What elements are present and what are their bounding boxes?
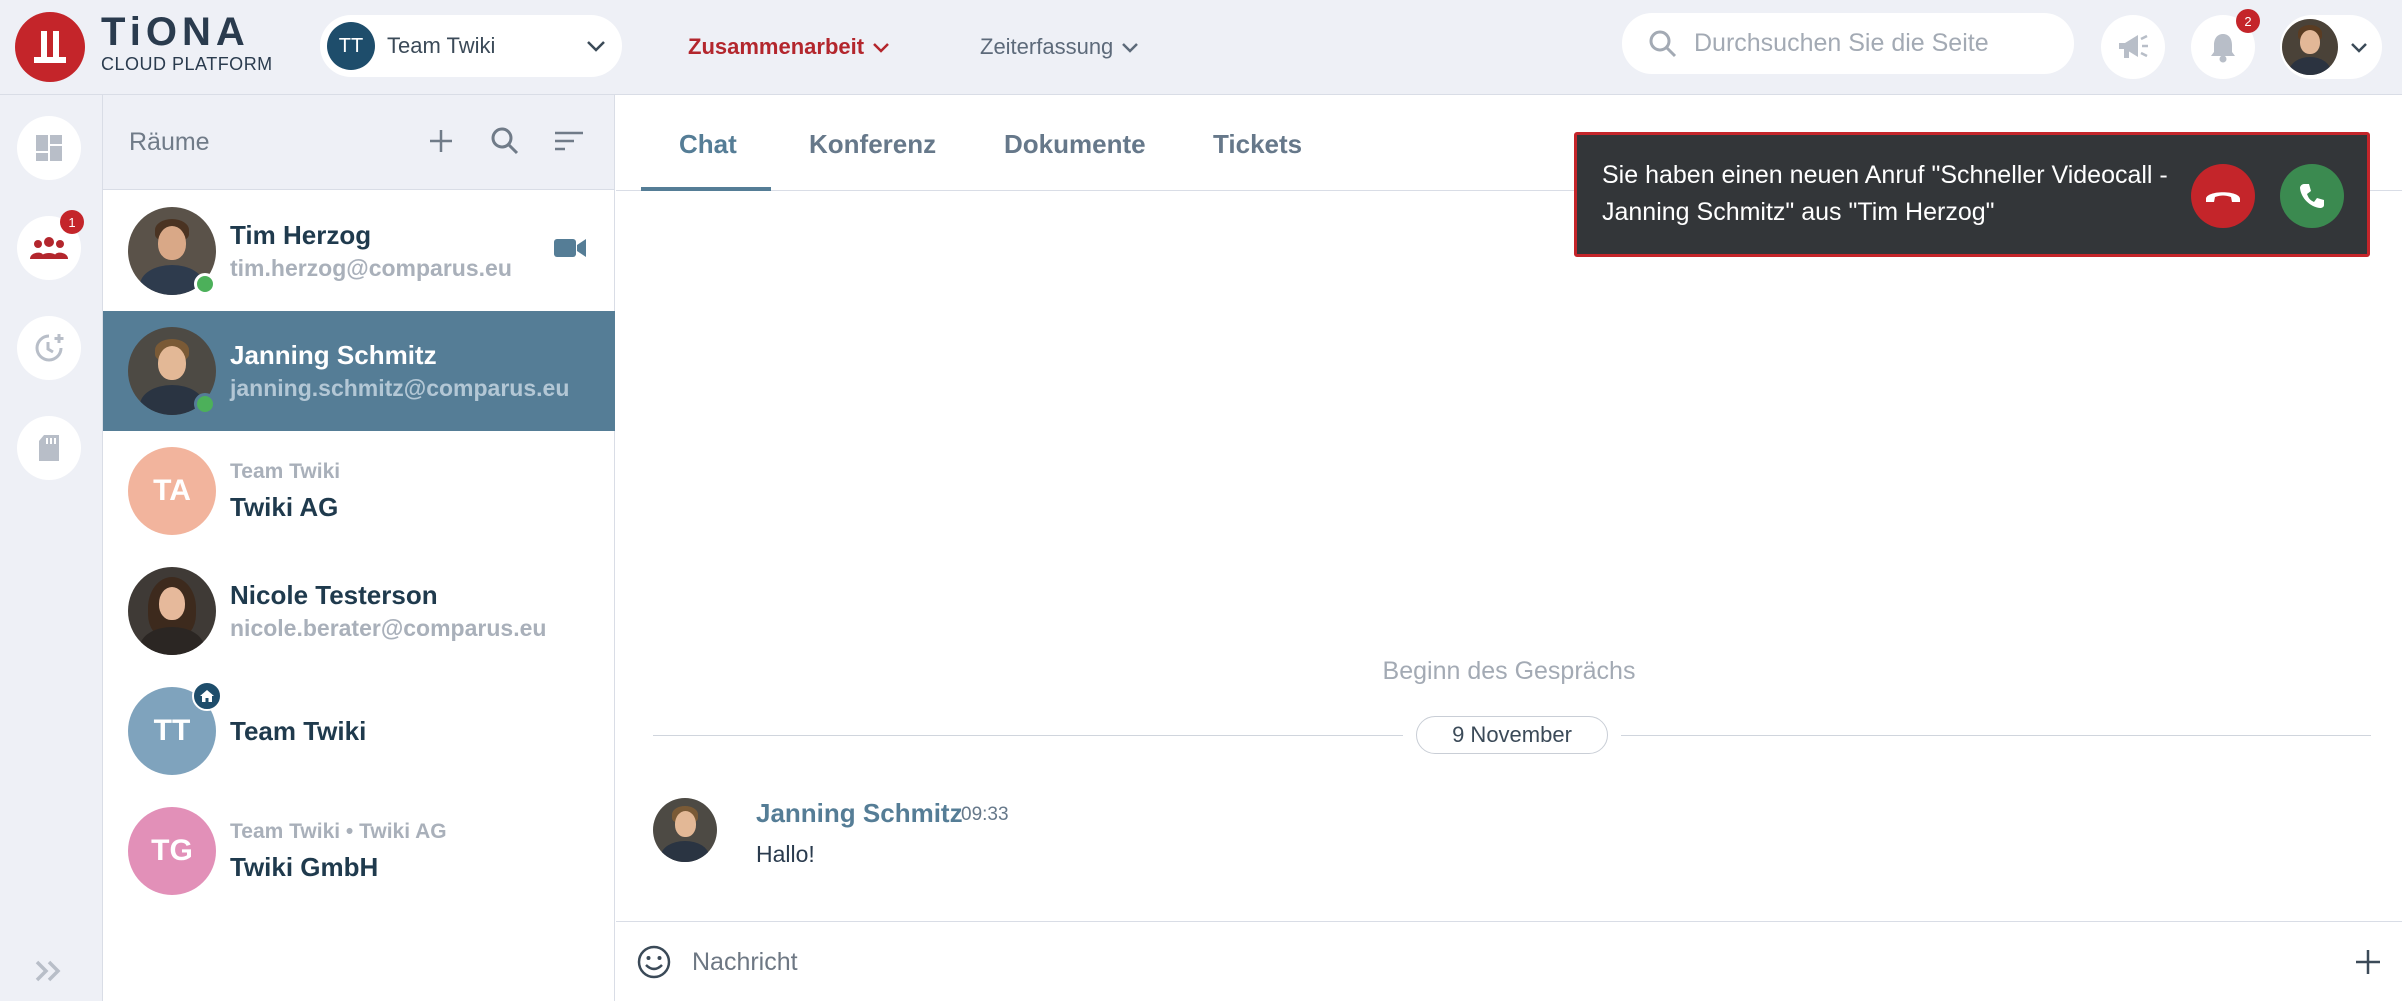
chevron-down-icon [2351, 42, 2367, 53]
room-item-nicole-testerson[interactable]: Nicole Testerson nicole.berater@comparus… [103, 551, 615, 671]
rail-time-tracking-button[interactable] [17, 316, 81, 380]
avatar [128, 207, 216, 295]
message-avatar [653, 798, 717, 862]
message-text: Hallo! [756, 841, 815, 867]
megaphone-icon [2119, 34, 2148, 58]
avatar [128, 567, 216, 655]
conversation-start-label: Beginn des Gesprächs [1382, 657, 1636, 685]
room-item-twiki-gmbh[interactable]: TG Team Twiki • Twiki AG Twiki GmbH [103, 791, 615, 911]
avatar: TG [128, 807, 216, 895]
decline-call-button[interactable] [2191, 164, 2255, 228]
search-bar[interactable] [1622, 13, 2074, 74]
search-input[interactable] [1694, 29, 2054, 58]
emoji-icon[interactable] [636, 944, 672, 980]
rail-dashboard-button[interactable] [17, 116, 81, 180]
nav-time-tracking-label: Zeiterfassung [980, 34, 1114, 59]
team-avatar: TT [327, 22, 375, 70]
nav-time-tracking[interactable]: Zeiterfassung [980, 34, 1139, 60]
user-menu[interactable] [2280, 15, 2382, 79]
message-sender[interactable]: Janning Schmitz [756, 798, 963, 829]
team-selector-label: Team Twiki [387, 33, 496, 58]
room-name: Team Twiki [230, 715, 367, 746]
room-parent: Team Twiki [230, 459, 341, 483]
rooms-badge: 1 [60, 210, 84, 234]
message-time: 09:33 [961, 804, 1009, 825]
sd-card-icon [39, 435, 59, 461]
rail-documents-button[interactable] [17, 416, 81, 480]
rooms-title: Räume [129, 128, 210, 156]
tab-chat[interactable]: Chat [679, 129, 737, 160]
icon-rail: 1 [0, 95, 103, 1001]
rooms-header: Räume [103, 95, 614, 190]
message-input[interactable] [692, 944, 2272, 980]
search-icon [1649, 30, 1677, 57]
notifications-badge: 2 [2236, 9, 2260, 33]
divider [1621, 735, 2371, 736]
people-group-icon [30, 237, 68, 259]
sort-icon [555, 131, 583, 151]
room-item-twiki-ag[interactable]: TA Team Twiki Twiki AG [103, 431, 615, 551]
hang-up-icon [2206, 192, 2240, 202]
avatar: TT [128, 681, 222, 775]
room-name: Nicole Testerson [230, 580, 438, 610]
date-separator: 9 November [1416, 716, 1608, 754]
bell-icon [2211, 34, 2235, 63]
video-camera-icon[interactable] [553, 237, 587, 259]
rooms-panel: Räume Tim Herzog tim.herzog@comparus.eu [103, 95, 615, 1001]
dashboard-icon [36, 135, 62, 161]
phone-icon [2300, 184, 2324, 208]
nav-collaboration[interactable]: Zusammenarbeit [688, 34, 890, 60]
room-name: Tim Herzog [230, 220, 372, 250]
avatar [128, 327, 216, 415]
tab-dokumente[interactable]: Dokumente [1004, 129, 1146, 160]
avatar: TA [128, 447, 216, 535]
incoming-call-text: Sie haben einen neuen Anruf "Schneller V… [1602, 161, 2168, 226]
chevron-down-icon [587, 41, 605, 52]
add-room-button[interactable] [423, 123, 459, 159]
plus-icon [430, 130, 452, 152]
clock-add-icon [35, 334, 64, 362]
chevron-down-icon [873, 42, 889, 53]
sort-rooms-button[interactable] [551, 123, 587, 159]
search-rooms-button[interactable] [487, 123, 523, 159]
room-email: nicole.berater@comparus.eu [230, 615, 547, 641]
online-status [194, 393, 216, 415]
message-composer [616, 921, 2402, 1001]
room-name: Twiki GmbH [230, 851, 379, 882]
room-email: tim.herzog@comparus.eu [230, 255, 512, 281]
brand-title: TiONA [101, 10, 250, 54]
room-item-team-twiki[interactable]: TT Team Twiki [103, 671, 615, 791]
search-icon [491, 127, 519, 155]
active-tab-indicator [641, 187, 771, 191]
tiona-logo-icon[interactable] [15, 12, 85, 82]
avatar-initials: TT [153, 714, 191, 747]
room-item-janning-schmitz[interactable]: Janning Schmitz janning.schmitz@comparus… [103, 311, 615, 431]
tab-konferenz[interactable]: Konferenz [809, 129, 936, 160]
accept-call-button[interactable] [2280, 164, 2344, 228]
room-name: Twiki AG [230, 491, 339, 522]
incoming-call-notification: Sie haben einen neuen Anruf "Schneller V… [1574, 132, 2370, 257]
home-icon [192, 681, 222, 711]
announcements-button[interactable] [2101, 15, 2165, 79]
chevron-down-icon [1122, 42, 1139, 53]
room-email: janning.schmitz@comparus.eu [230, 375, 570, 401]
room-name: Janning Schmitz [230, 340, 437, 370]
brand-subtitle: CLOUD PLATFORM [101, 54, 273, 74]
room-item-tim-herzog[interactable]: Tim Herzog tim.herzog@comparus.eu [103, 191, 615, 311]
user-avatar [2282, 19, 2338, 75]
expand-sidebar-icon[interactable] [34, 959, 64, 983]
tab-tickets[interactable]: Tickets [1213, 129, 1302, 160]
plus-icon[interactable] [2354, 948, 2382, 976]
online-status [194, 273, 216, 295]
room-parent: Team Twiki • Twiki AG [230, 819, 447, 843]
top-header: TiONA CLOUD PLATFORM TT Team Twiki Zusam… [0, 0, 2402, 95]
team-selector[interactable]: TT Team Twiki [320, 15, 622, 77]
divider [653, 735, 1403, 736]
nav-collaboration-label: Zusammenarbeit [688, 34, 865, 59]
